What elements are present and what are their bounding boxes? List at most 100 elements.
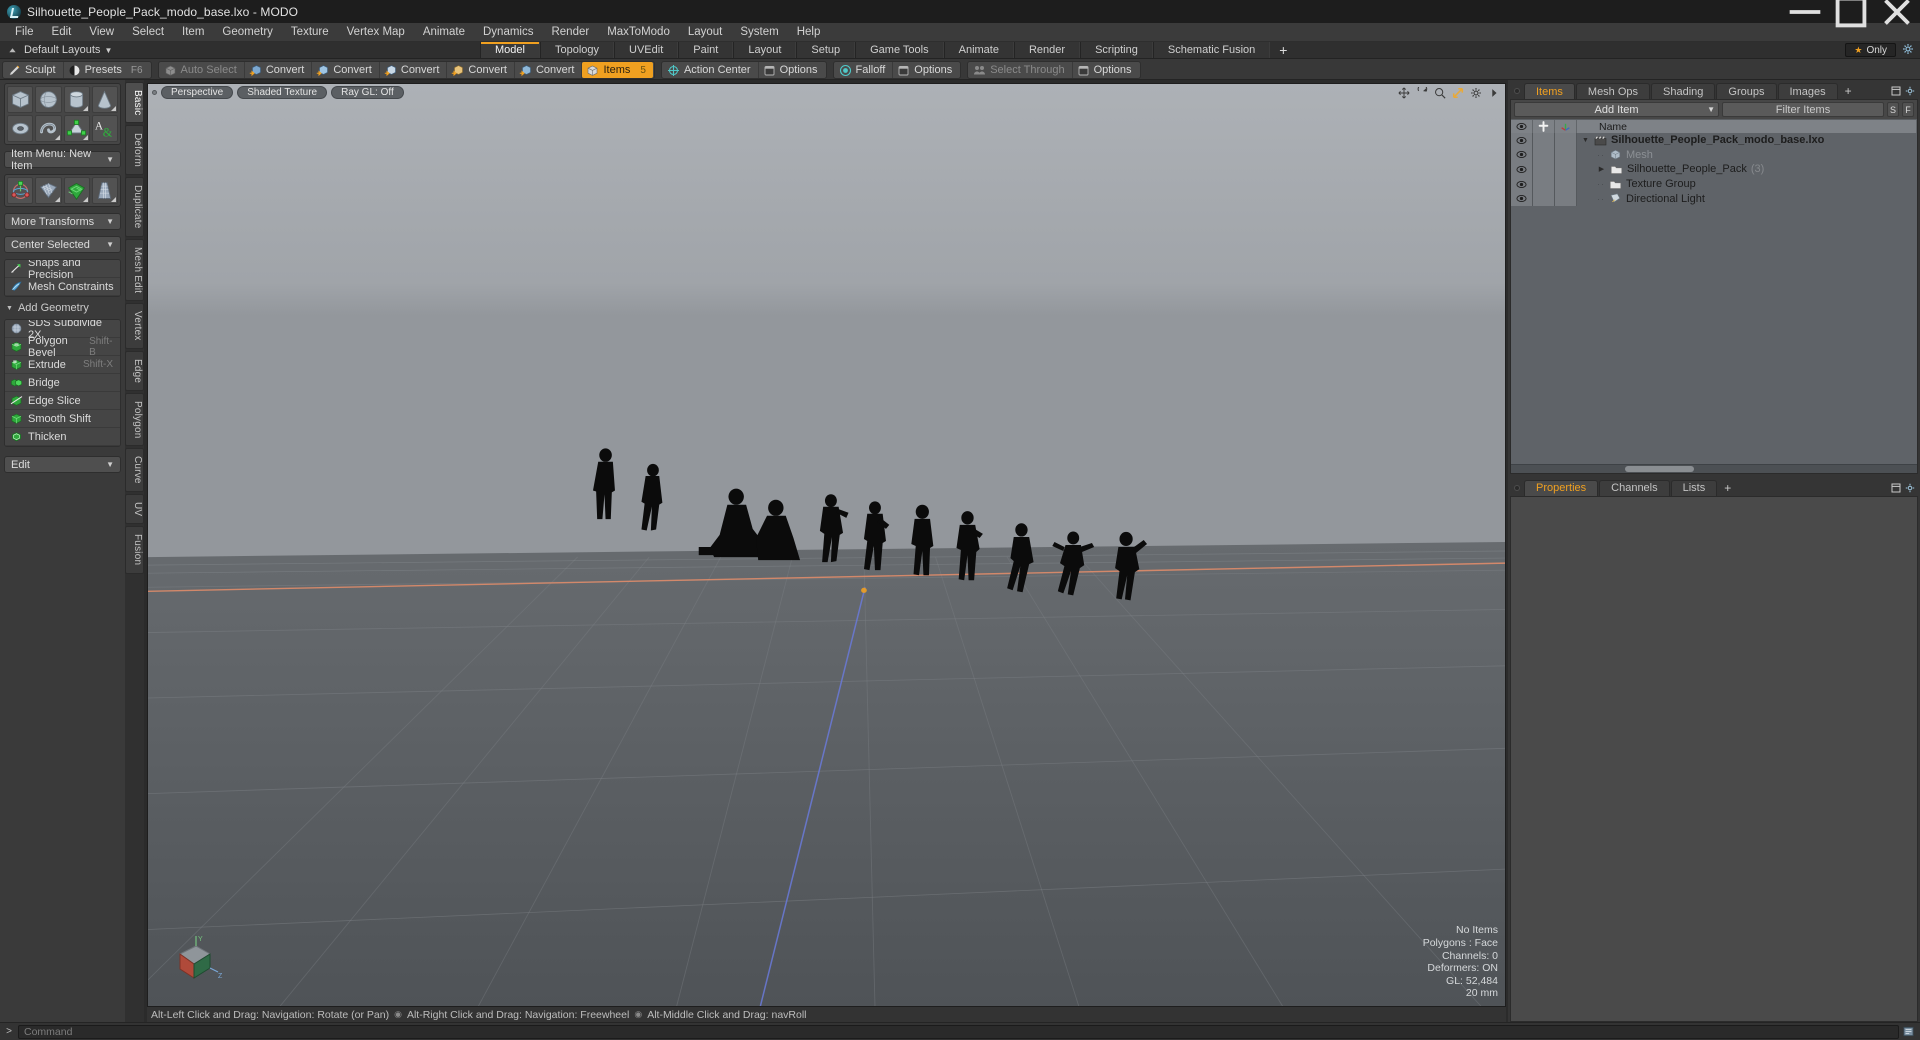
edit-dropdown[interactable]: Edit ▼ bbox=[4, 456, 121, 473]
viewport-projection-selector[interactable]: Perspective bbox=[161, 85, 234, 99]
cone-icon[interactable] bbox=[91, 86, 118, 113]
sort-button[interactable]: S bbox=[1887, 102, 1899, 117]
vtab-vertex[interactable]: Vertex bbox=[125, 303, 144, 349]
action-center-button[interactable]: Action Center bbox=[663, 62, 759, 78]
gear-icon[interactable] bbox=[1470, 87, 1482, 99]
presets-button[interactable]: Presets F6 bbox=[64, 62, 150, 78]
row-name-cell[interactable]: ·· Texture Group bbox=[1577, 176, 1917, 192]
panel-menu-dot-icon[interactable] bbox=[1510, 83, 1524, 99]
vtab-fusion[interactable]: Fusion bbox=[125, 526, 144, 574]
auto-select-button[interactable]: Auto Select bbox=[160, 62, 245, 78]
menu-texture[interactable]: Texture bbox=[282, 23, 338, 42]
chevron-down-icon[interactable]: ▼ bbox=[1581, 137, 1590, 144]
filter-button[interactable]: F bbox=[1902, 102, 1914, 117]
minimize-button[interactable] bbox=[1782, 0, 1828, 23]
tab-mesh-ops[interactable]: Mesh Ops bbox=[1575, 83, 1651, 99]
menu-file[interactable]: File bbox=[6, 23, 43, 42]
menu-view[interactable]: View bbox=[80, 23, 123, 42]
menu-vertex-map[interactable]: Vertex Map bbox=[338, 23, 414, 42]
layout-tab-scripting[interactable]: Scripting bbox=[1080, 42, 1153, 58]
row-transform-toggle[interactable] bbox=[1555, 133, 1577, 148]
panel-gear-icon[interactable] bbox=[1905, 483, 1915, 493]
center-selected-dropdown[interactable]: Center Selected ▼ bbox=[4, 236, 121, 253]
column-lock[interactable] bbox=[1533, 120, 1555, 133]
table-row[interactable]: ·· Texture Group bbox=[1511, 176, 1917, 192]
menu-dynamics[interactable]: Dynamics bbox=[474, 23, 542, 42]
tab-shading[interactable]: Shading bbox=[1651, 83, 1716, 99]
smooth-shift-button[interactable]: Smooth Shift bbox=[5, 410, 120, 428]
command-input[interactable]: Command bbox=[18, 1024, 1899, 1039]
snaps-and-precision-button[interactable]: Snaps and Precision bbox=[5, 260, 120, 281]
cylinder-icon[interactable] bbox=[63, 86, 90, 113]
row-name-cell[interactable]: ·· Directional Light bbox=[1577, 191, 1917, 206]
sculpt-button[interactable]: Sculpt bbox=[4, 62, 64, 78]
filter-items-input[interactable]: Filter Items bbox=[1722, 102, 1884, 117]
close-button[interactable] bbox=[1874, 0, 1920, 25]
vtab-edge[interactable]: Edge bbox=[125, 350, 144, 391]
tab-properties[interactable]: Properties bbox=[1524, 479, 1599, 496]
row-visibility-toggle[interactable] bbox=[1511, 147, 1533, 163]
column-visibility[interactable] bbox=[1511, 120, 1533, 133]
items-tree-hscrollbar[interactable] bbox=[1511, 463, 1917, 473]
more-transforms-dropdown[interactable]: More Transforms ▼ bbox=[4, 213, 121, 230]
row-transform-toggle[interactable] bbox=[1555, 147, 1577, 163]
tab-lists[interactable]: Lists bbox=[1670, 479, 1718, 496]
row-visibility-toggle[interactable] bbox=[1511, 176, 1533, 192]
viewport-shading-selector[interactable]: Shaded Texture bbox=[237, 85, 328, 99]
extrude-button[interactable]: Extrude Shift-X bbox=[5, 356, 120, 374]
layout-tab-schematic-fusion[interactable]: Schematic Fusion bbox=[1152, 42, 1271, 58]
menu-geometry[interactable]: Geometry bbox=[213, 23, 282, 42]
only-toggle[interactable]: ★ Only bbox=[1845, 43, 1896, 57]
row-lock-toggle[interactable] bbox=[1533, 147, 1555, 163]
column-transform[interactable] bbox=[1555, 120, 1577, 133]
mesh-grid-icon[interactable] bbox=[35, 177, 62, 204]
vtab-mesh-edit[interactable]: Mesh Edit bbox=[125, 238, 144, 302]
maximize-button[interactable] bbox=[1828, 0, 1874, 27]
taper-deform-icon[interactable] bbox=[91, 177, 118, 204]
add-item-button[interactable]: Add Item ▼ bbox=[1514, 102, 1719, 117]
menu-render[interactable]: Render bbox=[542, 23, 598, 42]
scrollbar-thumb[interactable] bbox=[1624, 465, 1694, 472]
panel-gear-icon[interactable] bbox=[1905, 86, 1915, 96]
panel-popout-icon[interactable] bbox=[1891, 86, 1901, 96]
menu-system[interactable]: System bbox=[731, 23, 787, 42]
items-tree-empty-area[interactable] bbox=[1511, 205, 1917, 464]
add-layout-tab-button[interactable]: + bbox=[1270, 42, 1297, 58]
expand-arrow-icon[interactable] bbox=[1488, 87, 1500, 99]
select-through-button[interactable]: Select Through bbox=[969, 62, 1073, 78]
add-geometry-header[interactable]: ▼ Add Geometry bbox=[0, 300, 125, 316]
bridge-button[interactable]: Bridge bbox=[5, 374, 120, 392]
sphere-icon[interactable] bbox=[35, 86, 62, 113]
row-lock-toggle[interactable] bbox=[1533, 176, 1555, 192]
convert-edge-button[interactable]: Convert bbox=[312, 62, 380, 78]
cube-icon[interactable] bbox=[7, 86, 34, 113]
items-mode-button[interactable]: Items 5 bbox=[582, 62, 653, 78]
gear-icon[interactable] bbox=[1902, 43, 1914, 57]
table-row[interactable]: ▼ Silhouette_People_Pack_modo_base.lxo bbox=[1511, 133, 1917, 148]
tab-groups[interactable]: Groups bbox=[1716, 83, 1777, 99]
row-visibility-toggle[interactable] bbox=[1511, 133, 1533, 148]
row-name-cell[interactable]: ▶ Silhouette_People_Pack (3) bbox=[1577, 162, 1917, 177]
convert-material-button[interactable]: Convert bbox=[447, 62, 515, 78]
torus-icon[interactable] bbox=[7, 115, 34, 142]
row-transform-toggle[interactable] bbox=[1555, 191, 1577, 206]
tab-images[interactable]: Images bbox=[1777, 83, 1838, 99]
zoom-icon[interactable] bbox=[1434, 87, 1446, 99]
add-panel-tab-button[interactable]: + bbox=[1839, 83, 1858, 99]
row-visibility-toggle[interactable] bbox=[1511, 191, 1533, 206]
menu-maxtomodo[interactable]: MaxToModo bbox=[598, 23, 679, 42]
layout-tab-setup[interactable]: Setup bbox=[796, 42, 856, 58]
column-name[interactable]: Name bbox=[1577, 120, 1917, 133]
menu-edit[interactable]: Edit bbox=[43, 23, 81, 42]
viewport-menu-dot-icon[interactable] bbox=[152, 89, 157, 95]
rotate-icon[interactable] bbox=[1416, 87, 1428, 99]
falloff-options-button[interactable]: Options bbox=[893, 62, 959, 78]
layout-tab-render[interactable]: Render bbox=[1013, 42, 1081, 58]
convert-vertex-button[interactable]: Convert bbox=[245, 62, 313, 78]
vtab-duplicate[interactable]: Duplicate bbox=[125, 177, 144, 237]
vtab-polygon[interactable]: Polygon bbox=[125, 392, 144, 447]
default-layouts-selector[interactable]: Default Layouts ▼ bbox=[0, 42, 480, 58]
panel-menu-dot-icon[interactable] bbox=[1510, 480, 1524, 496]
axis-gizmo[interactable]: Y Z bbox=[174, 934, 230, 984]
menu-layout[interactable]: Layout bbox=[679, 23, 732, 42]
